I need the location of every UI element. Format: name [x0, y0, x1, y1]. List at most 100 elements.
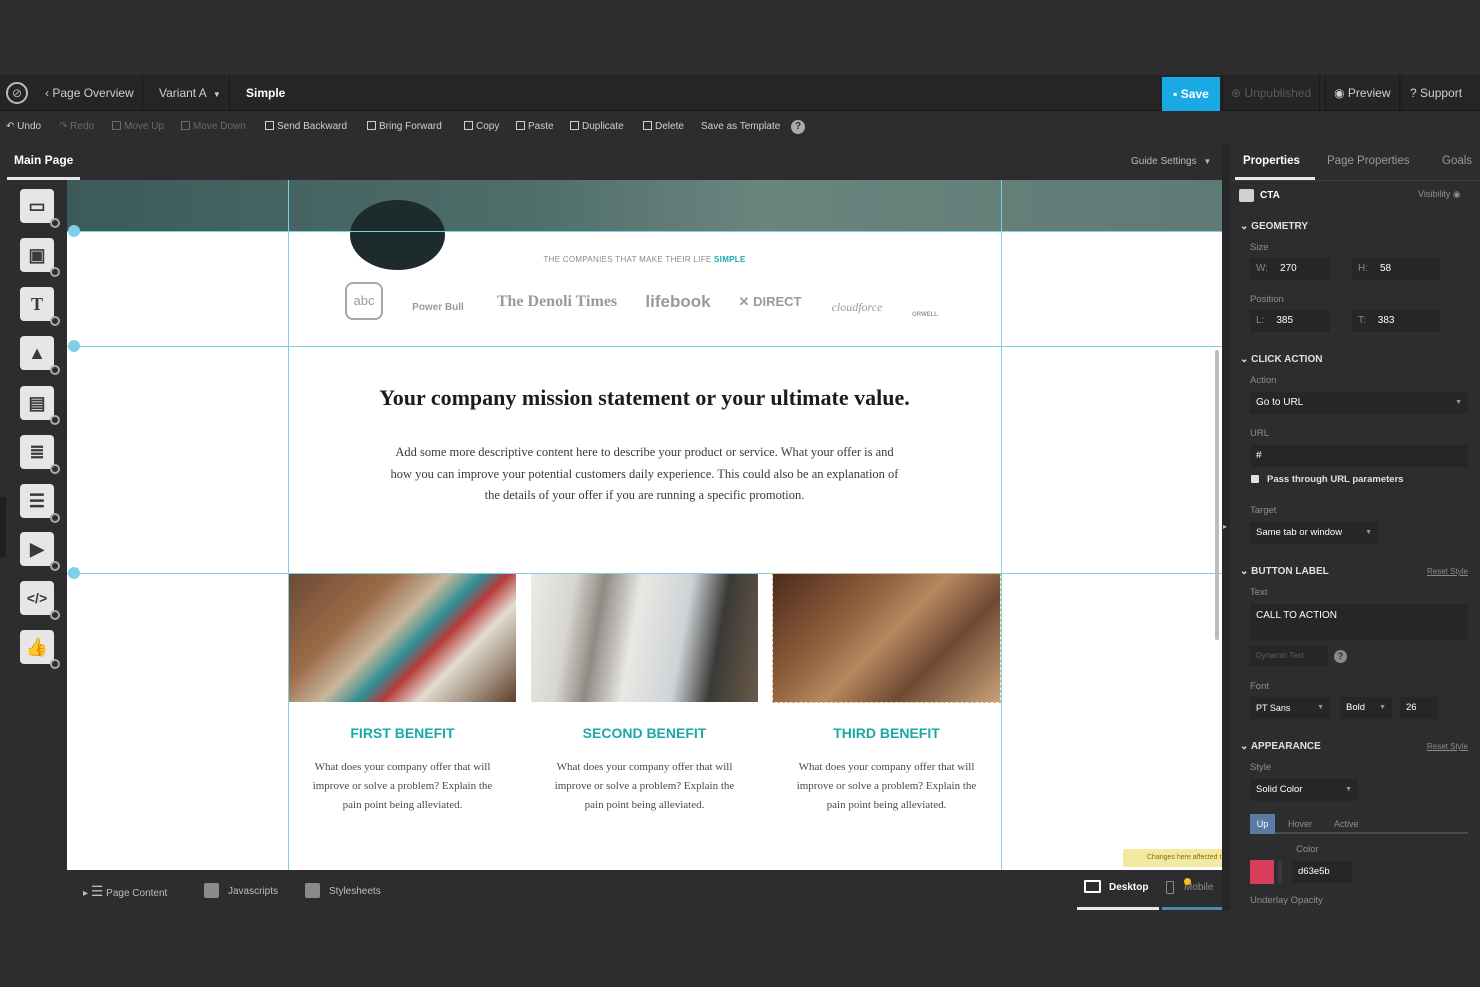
play-icon: ▸	[83, 888, 89, 899]
guide-line[interactable]	[288, 180, 289, 870]
preview-button[interactable]: ◉ Preview	[1325, 75, 1400, 111]
social-tool-icon[interactable]: 👍	[20, 630, 60, 669]
caret-down-icon: ▼	[212, 90, 221, 99]
section-handle[interactable]	[68, 340, 80, 352]
code-tool-icon[interactable]: </>	[20, 581, 60, 620]
canvas-scrollbar[interactable]	[1215, 350, 1219, 640]
add-dot-icon	[50, 415, 60, 425]
bring-forward-button[interactable]: Bring Forward	[367, 121, 442, 132]
panel-splitter[interactable]: ▸	[1222, 144, 1230, 910]
color-swatch[interactable]	[1250, 860, 1274, 884]
delete-button[interactable]: Delete	[643, 121, 684, 132]
copy-button[interactable]: Copy	[464, 121, 499, 132]
box-tool-icon[interactable]: ▣	[20, 238, 60, 277]
mission-heading: Your company mission statement or your u…	[379, 385, 910, 410]
mobile-view-tab[interactable]: Mobile	[1162, 870, 1222, 910]
color-swatch-handle[interactable]	[1278, 862, 1282, 882]
style-select[interactable]: Solid Color ▼	[1250, 779, 1358, 801]
page-content-toggle[interactable]: ▸ ☰ Page Content	[83, 883, 167, 900]
list-tool-icon[interactable]: ☰	[20, 484, 60, 523]
target-select[interactable]: Same tab or window ▼	[1250, 522, 1378, 544]
variant-selector[interactable]: Variant A ▼	[151, 75, 230, 111]
top-bar: ⊘ ‹ Page Overview Variant A ▼ Simple ▪ Sa…	[0, 75, 1480, 111]
action-select[interactable]: Go to URL ▼	[1250, 392, 1468, 414]
undo-icon: ↶	[6, 121, 15, 132]
guide-settings-dropdown[interactable]: Guide Settings ▼	[1131, 156, 1211, 167]
tab-main-page[interactable]: Main Page	[7, 144, 80, 180]
font-label: Font	[1250, 681, 1270, 692]
benefit-image-1[interactable]	[289, 574, 516, 702]
state-tab-hover[interactable]: Hover	[1288, 814, 1312, 834]
button-tool-icon[interactable]: ▤	[20, 386, 60, 425]
publish-button[interactable]: ⊕ Unpublished	[1222, 75, 1321, 111]
desktop-view-tab[interactable]: Desktop	[1077, 870, 1159, 910]
reset-style-link[interactable]: Reset Style	[1427, 742, 1468, 751]
left-collapse-handle[interactable]	[0, 497, 6, 557]
button-label-section-header[interactable]: ⌄ BUTTON LABEL	[1240, 566, 1329, 577]
dynamic-text-button[interactable]: Dynamic Text	[1250, 646, 1328, 666]
benefit-image-3[interactable]	[772, 573, 1001, 703]
caret-down-icon: ▼	[1455, 399, 1462, 406]
move-up-button[interactable]: Move Up	[112, 121, 164, 132]
guide-line[interactable]	[1001, 180, 1002, 870]
tab-divider	[1230, 180, 1480, 181]
benefit-title-3: THIRD BENEFIT	[833, 725, 940, 741]
visibility-toggle[interactable]: Visibility ◉	[1418, 189, 1461, 200]
top-input[interactable]: T: 383	[1352, 310, 1440, 332]
section-divider	[67, 346, 1222, 347]
paste-button[interactable]: Paste	[516, 121, 554, 132]
move-down-icon	[181, 121, 190, 130]
tab-goals[interactable]: Goals	[1442, 144, 1472, 180]
undo-button[interactable]: ↶ Undo	[6, 121, 41, 132]
height-input[interactable]: H: 58	[1352, 258, 1440, 280]
page-canvas[interactable]: THE COMPANIES THAT MAKE THEIR LIFE SIMPL…	[67, 180, 1222, 870]
state-tab-active[interactable]: Active	[1334, 814, 1359, 834]
page-overview-link[interactable]: ‹ Page Overview	[37, 75, 143, 111]
image-tool-icon[interactable]: ▲	[20, 336, 60, 375]
tab-properties[interactable]: Properties	[1235, 144, 1315, 180]
support-button[interactable]: ? Support	[1401, 75, 1470, 111]
section-handle[interactable]	[68, 567, 80, 579]
stylesheets-button[interactable]: Stylesheets	[305, 883, 381, 898]
width-input[interactable]: W: 270	[1250, 258, 1330, 280]
font-family-select[interactable]: PT Sans ▼	[1250, 697, 1330, 719]
url-input[interactable]: #	[1250, 445, 1468, 467]
help-icon[interactable]: ?	[1334, 650, 1347, 663]
eye-icon: ◉	[1452, 189, 1461, 199]
duplicate-button[interactable]: Duplicate	[570, 121, 624, 132]
state-tab-up[interactable]: Up	[1250, 814, 1275, 834]
section-tool-icon[interactable]: ▭	[20, 189, 60, 228]
cta-element-icon	[1239, 189, 1254, 202]
video-tool-icon[interactable]: ▶	[20, 532, 60, 571]
click-action-section-header[interactable]: ⌄ CLICK ACTION	[1240, 354, 1322, 365]
move-down-button[interactable]: Move Down	[181, 121, 246, 132]
target-label: Target	[1250, 505, 1277, 516]
add-dot-icon	[50, 464, 60, 474]
text-tool-icon[interactable]: T	[20, 287, 60, 326]
add-dot-icon	[50, 218, 60, 228]
page-tab-bar: Main Page	[0, 144, 1222, 180]
geometry-section-header[interactable]: ⌄ GEOMETRY	[1240, 221, 1308, 232]
tab-page-properties[interactable]: Page Properties	[1327, 144, 1409, 180]
app-logo[interactable]: ⊘	[6, 82, 28, 104]
power-bull-logo: Power Bull	[412, 302, 464, 313]
font-weight-select[interactable]: Bold ▼	[1340, 697, 1392, 719]
pass-through-checkbox[interactable]	[1251, 475, 1259, 483]
send-backward-button[interactable]: Send Backward	[265, 121, 347, 132]
appearance-section-header[interactable]: ⌄ APPEARANCE	[1240, 741, 1321, 752]
section-handle[interactable]	[68, 225, 80, 237]
caret-down-icon: ▼	[1345, 786, 1352, 793]
javascripts-button[interactable]: Javascripts	[204, 883, 278, 898]
reset-style-link[interactable]: Reset Style	[1427, 567, 1468, 576]
benefit-image-2[interactable]	[531, 574, 758, 702]
help-icon[interactable]: ?	[791, 120, 805, 134]
caret-down-icon: ▼	[1379, 704, 1386, 711]
save-button[interactable]: ▪ Save	[1162, 77, 1220, 111]
color-hex-input[interactable]: d63e5b	[1292, 861, 1352, 883]
button-text-input[interactable]: CALL TO ACTION	[1250, 604, 1468, 640]
font-size-input[interactable]: 26	[1400, 697, 1438, 719]
save-as-template-button[interactable]: Save as Template	[701, 121, 780, 132]
form-tool-icon[interactable]: ≣	[20, 435, 60, 474]
left-input[interactable]: L: 385	[1250, 310, 1330, 332]
redo-button[interactable]: ↷ Redo	[59, 121, 94, 132]
